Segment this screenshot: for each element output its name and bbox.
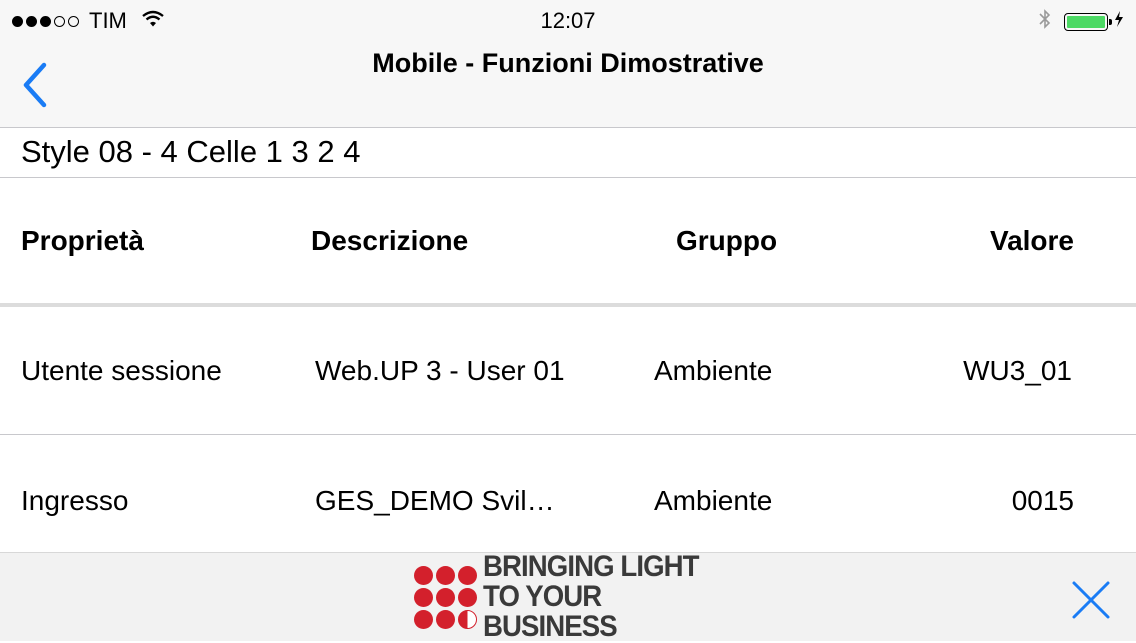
logo-dots-icon: [414, 565, 477, 629]
cell-valore: WU3_01: [963, 355, 1072, 386]
footer-banner-bar: BRINGING LIGHT TO YOUR BUSINESS: [0, 552, 1136, 642]
header-valore: Valore: [989, 225, 1074, 256]
battery-icon: [1064, 12, 1112, 31]
header-proprieta: Proprietà: [21, 225, 144, 256]
close-icon: [1072, 581, 1110, 619]
status-bar: TIM 12:07: [0, 0, 1136, 40]
bluetooth-icon: [1038, 8, 1052, 35]
cell-gruppo: Ambiente: [654, 355, 773, 386]
header-descrizione: Descrizione: [311, 225, 469, 256]
section-title: Style 08 - 4 Celle 1 3 2 4: [21, 134, 361, 169]
ad-banner[interactable]: BRINGING LIGHT TO YOUR BUSINESS: [414, 552, 722, 642]
cell-gruppo: Ambiente: [654, 485, 773, 516]
header-divider: [0, 303, 1136, 307]
row-divider: [0, 434, 1136, 435]
banner-line-1: BRINGING LIGHT: [483, 550, 700, 583]
banner-text: BRINGING LIGHT TO YOUR BUSINESS: [483, 552, 722, 642]
cell-descrizione: GES_DEMO Svil…: [315, 485, 555, 516]
cell-valore: 0015: [1011, 485, 1074, 516]
charging-icon: [1114, 10, 1124, 33]
close-banner-button[interactable]: [1070, 579, 1112, 621]
divider: [0, 177, 1136, 178]
status-right: [1038, 8, 1124, 35]
page-title: Mobile - Funzioni Dimostrative: [372, 48, 764, 78]
cell-proprieta: Utente sessione: [21, 355, 222, 386]
cell-proprieta: Ingresso: [21, 485, 129, 516]
cell-descrizione: Web.UP 3 - User 01: [315, 355, 565, 386]
banner-line-2: TO YOUR BUSINESS: [483, 580, 618, 643]
navigation-bar: Mobile - Funzioni Dimostrative: [0, 40, 1136, 128]
battery-level: [1067, 15, 1105, 28]
header-gruppo: Gruppo: [676, 225, 778, 256]
status-time: 12:07: [540, 8, 596, 33]
